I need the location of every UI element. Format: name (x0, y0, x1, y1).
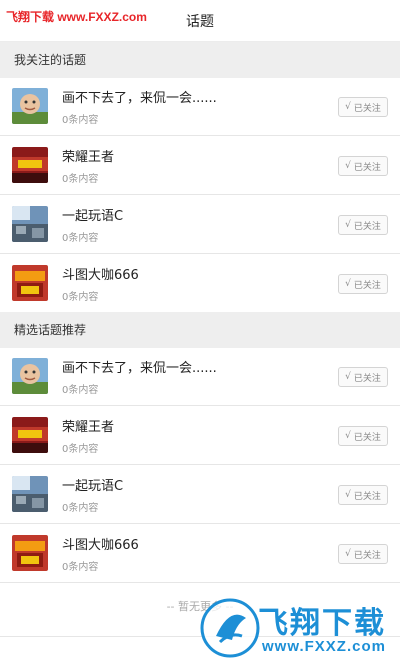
check-icon: √ (345, 279, 351, 289)
topic-count: 0条内容 (62, 444, 99, 455)
section-header-recommended: 精选话题推荐 (0, 312, 400, 348)
followed-button[interactable]: √ 已关注 (338, 485, 388, 505)
check-icon: √ (345, 220, 351, 230)
topic-avatar-image (12, 206, 48, 242)
followed-button[interactable]: √ 已关注 (338, 544, 388, 564)
topic-avatar-image (12, 265, 48, 301)
topic-count: 0条内容 (62, 385, 99, 396)
list-item[interactable]: 画不下去了，来侃一会...... 0条内容 √ 已关注 (0, 348, 400, 406)
topic-title: 画不下去了，来侃一会...... (62, 361, 217, 376)
topic-avatar-image (12, 476, 48, 512)
topic-avatar-image (12, 417, 48, 453)
check-icon: √ (345, 161, 351, 171)
watermark-text: 飞翔下载 www.FXXZ.com (6, 10, 147, 24)
followed-button[interactable]: √ 已关注 (338, 274, 388, 294)
brand-watermark-url: www.FXXZ.com (262, 638, 386, 655)
list-item[interactable]: 画不下去了，来侃一会...... 0条内容 √ 已关注 (0, 78, 400, 136)
topic-avatar-image (12, 535, 48, 571)
topic-title: 一起玩语C (62, 209, 124, 224)
topic-avatar-image (12, 147, 48, 183)
followed-button-label: 已关注 (353, 280, 381, 291)
topic-count: 0条内容 (62, 115, 99, 126)
list-item[interactable]: 斗图大咖666 0条内容 √ 已关注 (0, 525, 400, 583)
topic-avatar-image (12, 88, 48, 124)
followed-button-label: 已关注 (353, 432, 381, 443)
topic-title: 斗图大咖666 (62, 268, 139, 283)
check-icon: √ (345, 490, 351, 500)
followed-button-label: 已关注 (353, 373, 381, 384)
followed-button[interactable]: √ 已关注 (338, 156, 388, 176)
topic-count: 0条内容 (62, 503, 99, 514)
followed-button-label: 已关注 (353, 162, 381, 173)
followed-button[interactable]: √ 已关注 (338, 426, 388, 446)
section-header-followed: 我关注的话题 (0, 42, 400, 78)
topic-title: 荣耀王者 (62, 420, 115, 435)
check-icon: √ (345, 102, 351, 112)
followed-button[interactable]: √ 已关注 (338, 367, 388, 387)
topic-count: 0条内容 (62, 174, 99, 185)
check-icon: √ (345, 372, 351, 382)
topic-count: 0条内容 (62, 292, 99, 303)
list-item[interactable]: 荣耀王者 0条内容 √ 已关注 (0, 137, 400, 195)
brand-watermark-text: 飞翔下载 (258, 607, 386, 640)
followed-button-label: 已关注 (353, 550, 381, 561)
list-item[interactable]: 一起玩语C 0条内容 √ 已关注 (0, 466, 400, 524)
topic-title: 一起玩语C (62, 479, 124, 494)
list-item[interactable]: 斗图大咖666 0条内容 √ 已关注 (0, 255, 400, 313)
followed-button[interactable]: √ 已关注 (338, 215, 388, 235)
followed-button-label: 已关注 (353, 491, 381, 502)
topic-title: 斗图大咖666 (62, 538, 139, 553)
topic-title: 荣耀王者 (62, 150, 115, 165)
list-item[interactable]: 荣耀王者 0条内容 √ 已关注 (0, 407, 400, 465)
list-item[interactable]: 一起玩语C 0条内容 √ 已关注 (0, 196, 400, 254)
topic-title: 画不下去了，来侃一会...... (62, 91, 217, 106)
topic-count: 0条内容 (62, 233, 99, 244)
topic-count: 0条内容 (62, 562, 99, 573)
followed-button-label: 已关注 (353, 221, 381, 232)
followed-button[interactable]: √ 已关注 (338, 97, 388, 117)
topic-avatar-image (12, 358, 48, 394)
check-icon: √ (345, 431, 351, 441)
followed-button-label: 已关注 (353, 103, 381, 114)
check-icon: √ (345, 549, 351, 559)
